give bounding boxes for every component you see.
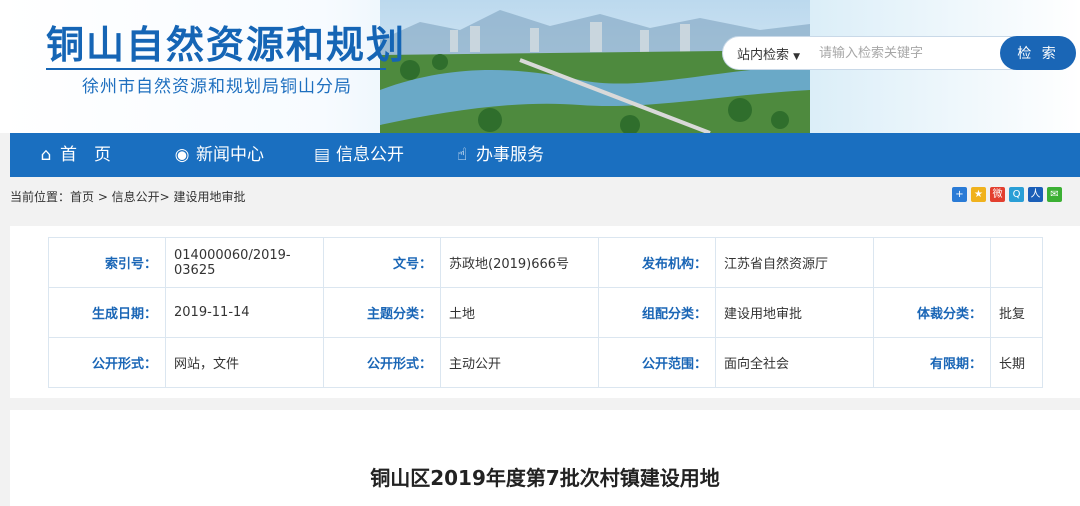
- meta-key: [873, 237, 991, 288]
- nav-item-home[interactable]: ⌂ 首 页: [38, 133, 111, 177]
- title-underline: [46, 68, 386, 70]
- thumbs-up-icon: ☝: [456, 145, 468, 165]
- meta-value: 苏政地(2019)666号: [440, 237, 599, 288]
- site-title: 铜山自然资源和规划: [46, 23, 407, 67]
- search-input[interactable]: [819, 43, 989, 63]
- nav-item-label: 首 页: [60, 145, 111, 165]
- meta-key: 组配分类：: [598, 287, 716, 338]
- add-share-icon[interactable]: +: [952, 187, 967, 202]
- meta-value: 2019-11-14: [165, 287, 324, 338]
- table-row: 生成日期： 2019-11-14 主题分类： 土地 组配分类： 建设用地审批 体…: [48, 287, 1043, 338]
- metadata-panel: 索引号： 014000060/2019-03625 文号： 苏政地(2019)6…: [10, 226, 1080, 398]
- table-row: 公开形式： 网站，文件 公开形式： 主动公开 公开范围： 面向全社会 有限期： …: [48, 337, 1043, 388]
- search-scope-label: 站内检索: [737, 48, 790, 63]
- meta-value: 江苏省自然资源厅: [715, 237, 874, 288]
- meta-value: 014000060/2019-03625: [165, 237, 324, 288]
- meta-value: 批复: [990, 287, 1043, 338]
- article-content: 铜山区2019年度第7批次村镇建设用地: [10, 410, 1080, 506]
- site-subtitle: 徐州市自然资源和规划局铜山分局: [82, 77, 352, 97]
- meta-key: 公开范围：: [598, 337, 716, 388]
- chevron-down-icon: ▼: [793, 52, 801, 62]
- meta-key: 公开形式：: [323, 337, 441, 388]
- nav-item-info[interactable]: ▤ 信息公开: [314, 133, 404, 177]
- globe-icon: ◉: [174, 145, 190, 165]
- nav-item-label: 办事服务: [476, 145, 544, 165]
- meta-value: 土地: [440, 287, 599, 338]
- document-title: 铜山区2019年度第7批次村镇建设用地: [370, 466, 720, 490]
- meta-value: [990, 237, 1043, 288]
- meta-value: 主动公开: [440, 337, 599, 388]
- meta-value: 网站，文件: [165, 337, 324, 388]
- meta-key: 生成日期：: [48, 287, 166, 338]
- meta-value: 长期: [990, 337, 1043, 388]
- search-scope-select[interactable]: 站内检索 ▼: [737, 44, 800, 63]
- document-icon: ▤: [314, 145, 331, 165]
- wechat-share-icon[interactable]: ✉: [1047, 187, 1062, 202]
- breadcrumb: 当前位置：首页 > 信息公开> 建设用地审批: [10, 190, 246, 204]
- nav-item-news[interactable]: ◉ 新闻中心: [174, 133, 264, 177]
- renren-share-icon[interactable]: 人: [1028, 187, 1043, 202]
- home-icon: ⌂: [40, 145, 52, 165]
- header-banner: 铜山自然资源和规划 徐州市自然资源和规划局铜山分局 站内检索 ▼ 检 索: [0, 0, 1080, 133]
- weibo-share-icon[interactable]: 微: [990, 187, 1005, 202]
- meta-key: 公开形式：: [48, 337, 166, 388]
- qzone-share-icon[interactable]: ★: [971, 187, 986, 202]
- search-bar: 站内检索 ▼ 检 索: [722, 36, 1076, 70]
- meta-key: 发布机构：: [598, 237, 716, 288]
- search-button[interactable]: 检 索: [1000, 36, 1076, 70]
- meta-value: 面向全社会: [715, 337, 874, 388]
- meta-key: 文号：: [323, 237, 441, 288]
- meta-key: 索引号：: [48, 237, 166, 288]
- tencent-share-icon[interactable]: Q: [1009, 187, 1024, 202]
- nav-item-label: 信息公开: [336, 145, 404, 165]
- meta-value: 建设用地审批: [715, 287, 874, 338]
- share-toolbar: + ★ 微 Q 人 ✉: [952, 187, 1062, 202]
- nav-item-services[interactable]: ☝ 办事服务: [454, 133, 544, 177]
- meta-key: 有限期：: [873, 337, 991, 388]
- table-row: 索引号： 014000060/2019-03625 文号： 苏政地(2019)6…: [48, 237, 1043, 288]
- metadata-table: 索引号： 014000060/2019-03625 文号： 苏政地(2019)6…: [48, 237, 1043, 388]
- nav-item-label: 新闻中心: [196, 145, 264, 165]
- meta-key: 主题分类：: [323, 287, 441, 338]
- main-nav: ⌂ 首 页 ◉ 新闻中心 ▤ 信息公开 ☝ 办事服务: [10, 133, 1080, 177]
- meta-key: 体裁分类：: [873, 287, 991, 338]
